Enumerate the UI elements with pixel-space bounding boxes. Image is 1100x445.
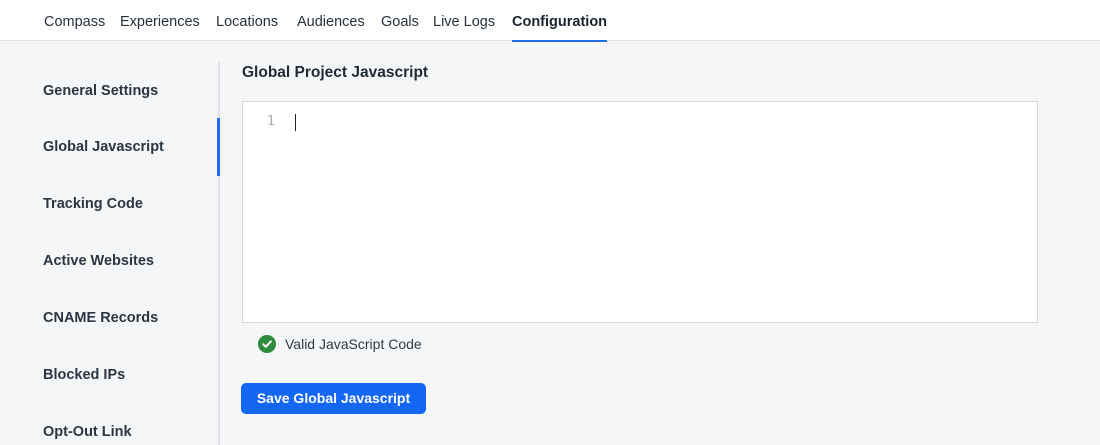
tab-compass[interactable]: Compass: [44, 0, 105, 41]
save-global-javascript-button[interactable]: Save Global Javascript: [241, 383, 426, 414]
sidebar-item-global-javascript[interactable]: Global Javascript: [43, 137, 164, 157]
check-circle-icon: [258, 335, 276, 353]
line-number: 1: [267, 114, 275, 129]
validation-status: Valid JavaScript Code: [258, 335, 422, 353]
settings-sidebar: General Settings Global Javascript Track…: [0, 62, 220, 445]
sidebar-item-blocked-ips[interactable]: Blocked IPs: [43, 365, 125, 385]
sidebar-item-general-settings[interactable]: General Settings: [43, 81, 158, 101]
tab-audiences[interactable]: Audiences: [297, 0, 365, 41]
tab-experiences[interactable]: Experiences: [120, 0, 200, 41]
tab-locations[interactable]: Locations: [216, 0, 278, 41]
page-title: Global Project Javascript: [242, 64, 429, 81]
active-item-indicator: [217, 118, 220, 176]
code-editor[interactable]: 1: [242, 101, 1038, 323]
text-cursor: [295, 114, 296, 131]
sidebar-item-cname-records[interactable]: CNAME Records: [43, 308, 158, 328]
sidebar-item-active-websites[interactable]: Active Websites: [43, 251, 154, 271]
tab-goals[interactable]: Goals: [381, 0, 419, 41]
sidebar-item-opt-out-link[interactable]: Opt-Out Link: [43, 422, 132, 442]
tab-live-logs[interactable]: Live Logs: [433, 0, 495, 41]
top-navigation: Compass Experiences Locations Audiences …: [0, 0, 1100, 42]
sidebar-item-tracking-code[interactable]: Tracking Code: [43, 194, 143, 214]
validation-text: Valid JavaScript Code: [285, 336, 422, 352]
tab-configuration[interactable]: Configuration: [512, 0, 608, 42]
